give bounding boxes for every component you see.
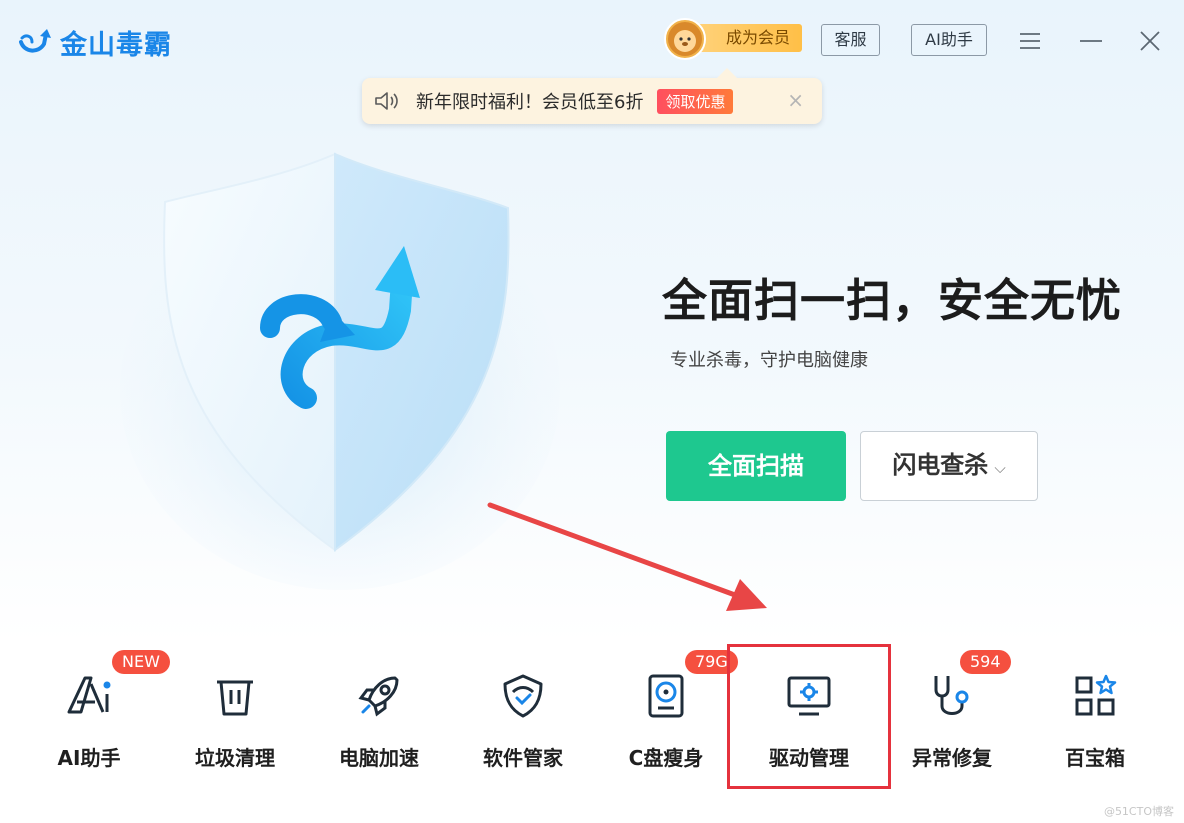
trash-icon [217, 680, 253, 716]
tool-c-drive-slim[interactable]: 79G C盘瘦身 [601, 650, 738, 782]
tool-label: 垃圾清理 [195, 746, 275, 770]
ai-assistant-button[interactable]: AI助手 [911, 24, 987, 56]
become-vip-button[interactable]: 成为会员 [664, 18, 804, 60]
promo-pointer [715, 68, 739, 80]
hero-subtitle: 专业杀毒，守护电脑健康 [670, 350, 868, 371]
annotation-arrow [487, 502, 767, 611]
promo-text: 新年限时福利！会员低至6折 [416, 92, 644, 113]
tool-speed-up[interactable]: 电脑加速 [314, 672, 444, 782]
quick-scan-button[interactable]: 闪电查杀 ⌵ [860, 431, 1038, 501]
rocket-icon [358, 676, 399, 717]
tool-ai-assistant[interactable]: NEW AI助手 [24, 650, 170, 782]
vip-label: 成为会员 [694, 24, 802, 52]
claim-offer-button[interactable]: 领取优惠 [657, 88, 734, 114]
tool-label: C盘瘦身 [628, 746, 704, 770]
stethoscope-icon [934, 676, 969, 715]
lion-avatar-icon [664, 18, 706, 60]
app-logo: 金山毒霸 [18, 24, 172, 61]
app-title: 金山毒霸 [60, 29, 172, 61]
tool-software-manager[interactable]: 软件管家 [458, 672, 588, 782]
hero-title: 全面扫一扫，安全无忧 [662, 274, 1123, 327]
new-badge: NEW [112, 650, 170, 674]
annotation-highlight-box [727, 644, 891, 789]
tool-label: 百宝箱 [1065, 746, 1125, 770]
tool-label: 软件管家 [483, 746, 563, 770]
speaker-icon [375, 92, 398, 110]
tool-label: AI助手 [57, 746, 121, 770]
tool-junk-clean[interactable]: 垃圾清理 [170, 672, 300, 782]
close-icon[interactable] [1137, 28, 1163, 54]
shield-check-icon [503, 674, 543, 718]
ai-icon [67, 676, 111, 714]
logo-icon [19, 29, 51, 53]
disk-icon [648, 674, 684, 718]
tool-label: 电脑加速 [339, 746, 419, 770]
issue-count-badge: 594 [960, 650, 1011, 674]
customer-service-button[interactable]: 客服 [821, 24, 880, 56]
tool-toolbox[interactable]: 百宝箱 [1030, 672, 1160, 782]
quick-scan-label: 闪电查杀 [892, 451, 989, 479]
apps-icon [1075, 674, 1117, 716]
chevron-down-icon[interactable]: ⌵ [994, 459, 1005, 477]
minimize-icon[interactable] [1078, 28, 1104, 54]
promo-banner: 新年限时福利！会员低至6折 领取优惠 × [362, 78, 822, 124]
promo-close-icon[interactable]: × [787, 88, 804, 112]
tool-exception-repair[interactable]: 594 异常修复 [887, 650, 1017, 782]
menu-icon[interactable] [1017, 28, 1043, 54]
full-scan-button[interactable]: 全面扫描 [666, 431, 846, 501]
tool-label: 异常修复 [912, 746, 992, 770]
watermark: @51CTO博客 [1103, 805, 1174, 818]
